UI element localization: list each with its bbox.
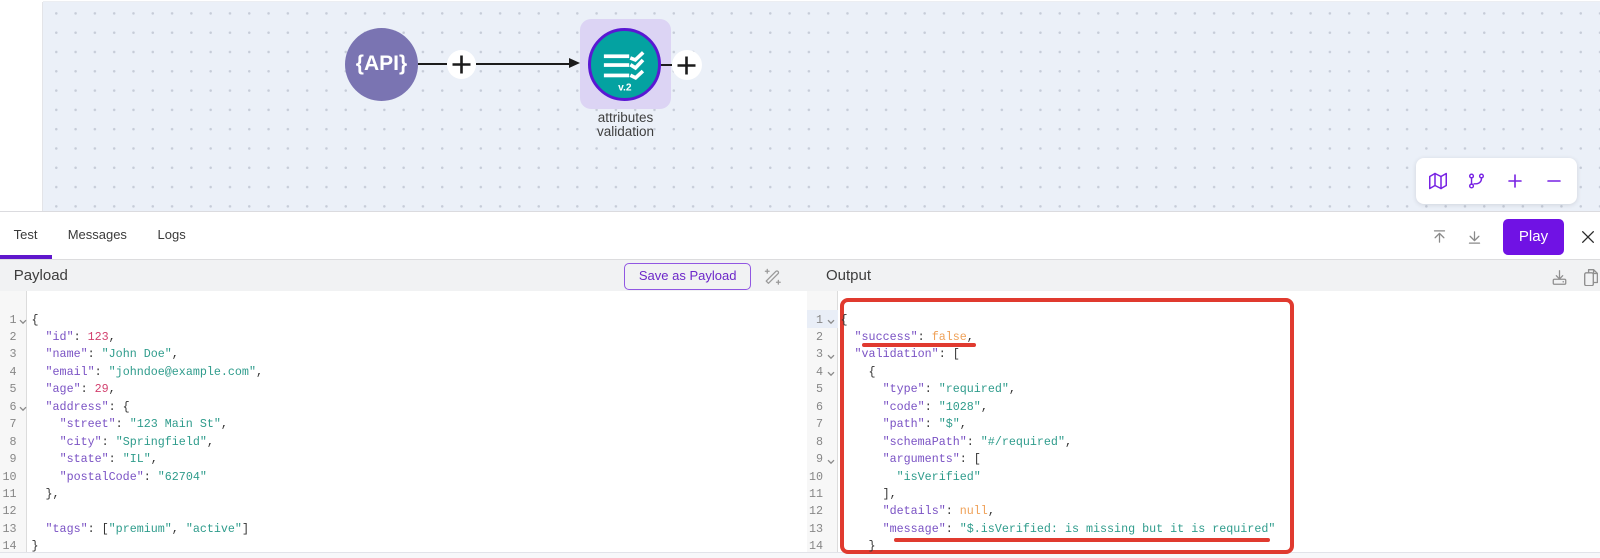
svg-text:v.2: v.2 (618, 83, 632, 92)
